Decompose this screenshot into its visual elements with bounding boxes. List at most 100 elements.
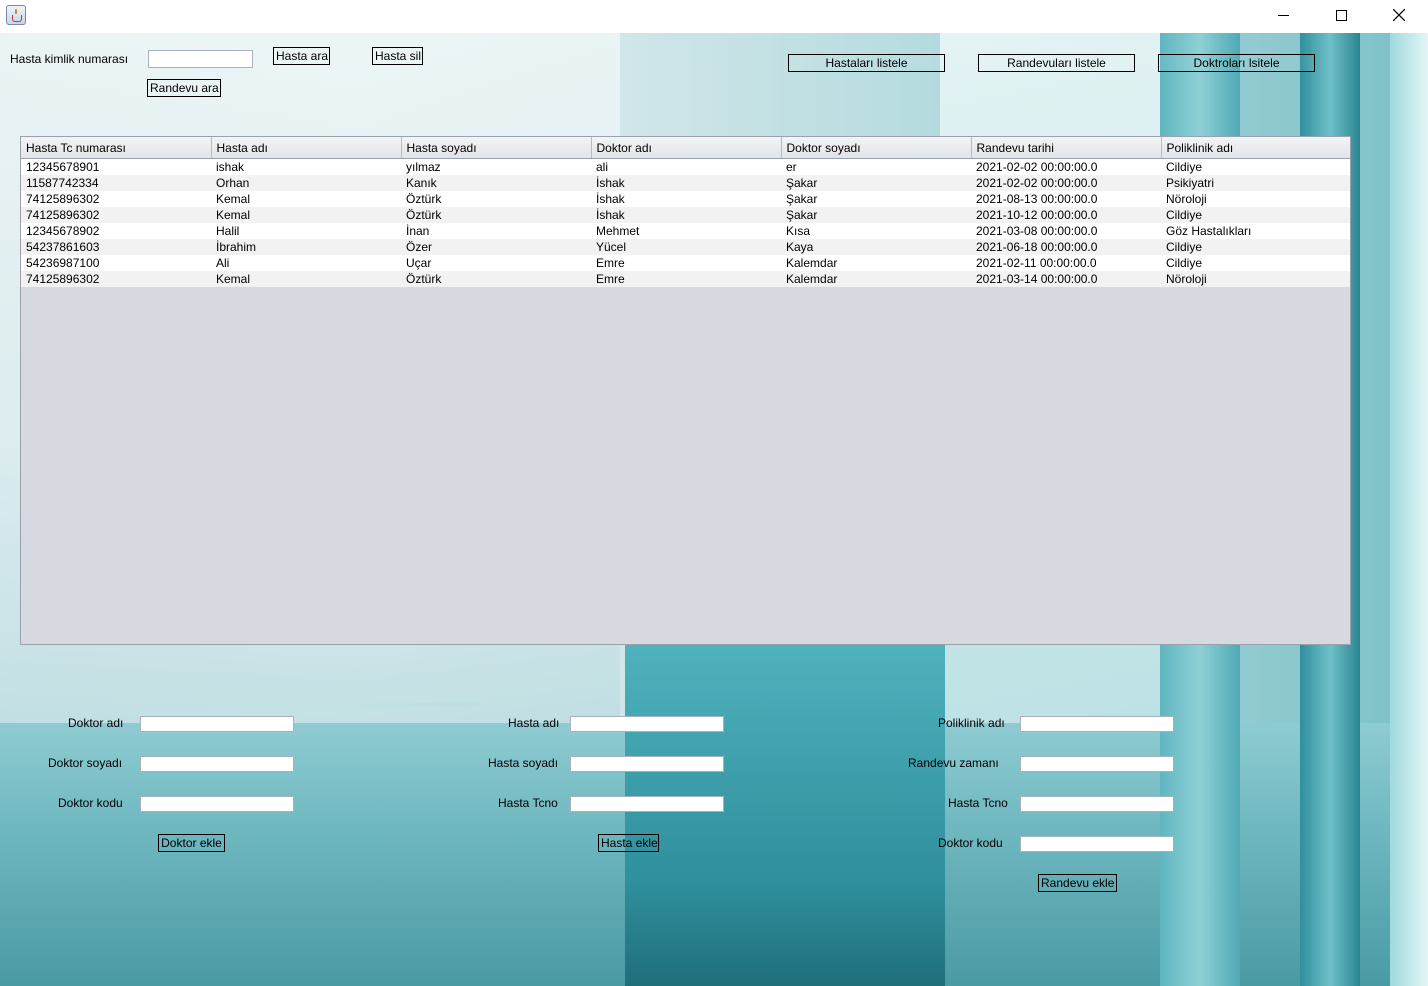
table-row[interactable]: 54237861603 İbrahim Özer Yücel Kaya 2021-06-1… (21, 239, 1350, 255)
table-cell[interactable]: Öztürk (401, 207, 591, 223)
clinic-name-field[interactable] (1020, 716, 1174, 732)
patient-tcno-field[interactable] (570, 796, 724, 812)
table-cell[interactable]: Şakar (781, 207, 971, 223)
table-cell[interactable]: Nöroloji (1161, 191, 1350, 207)
table-cell[interactable]: 11587742334 (21, 175, 211, 191)
table-cell[interactable]: 2021-08-13 00:00:00.0 (971, 191, 1161, 207)
maximize-icon (1335, 9, 1347, 21)
table-row[interactable]: 74125896302 Kemal Öztürk İshak Şakar 2021-10-… (21, 207, 1350, 223)
doctor-surname-label: Doktor soyadı (48, 756, 123, 770)
table-cell[interactable]: Cildiye (1161, 207, 1350, 223)
table-cell[interactable]: 12345678902 (21, 223, 211, 239)
table-cell[interactable]: 2021-10-12 00:00:00.0 (971, 207, 1161, 223)
table-cell[interactable]: Cildiye (1161, 255, 1350, 271)
add-doctor-button[interactable]: Doktor ekle (158, 834, 225, 852)
column-header-patient-surname[interactable]: Hasta soyadı (401, 137, 592, 159)
column-header-doctor-surname[interactable]: Doktor soyadı (781, 137, 972, 159)
table-cell[interactable]: Öztürk (401, 271, 591, 287)
list-patients-button[interactable]: Hastaları listele (788, 54, 945, 72)
list-doctors-button[interactable]: Doktroları lsitele (1158, 54, 1315, 72)
close-button[interactable] (1370, 0, 1428, 30)
table-cell[interactable]: Nöroloji (1161, 271, 1350, 287)
table-row[interactable]: 54236987100 Ali Uçar Emre Kalemdar 2021-02-11… (21, 255, 1350, 271)
table-cell[interactable]: Mehmet (591, 223, 781, 239)
patient-id-input[interactable] (148, 50, 253, 68)
table-cell[interactable]: Kalemdar (781, 255, 971, 271)
table-cell[interactable]: 54237861603 (21, 239, 211, 255)
search-patient-button[interactable]: Hasta ara (273, 47, 330, 65)
table-cell[interactable]: 2021-02-02 00:00:00.0 (971, 175, 1161, 191)
table-cell[interactable]: Kısa (781, 223, 971, 239)
minimize-icon (1277, 14, 1289, 16)
doctor-code-field[interactable] (140, 796, 294, 812)
patient-tcno-label: Hasta Tcno (498, 796, 558, 810)
table-cell[interactable]: İshak (591, 191, 781, 207)
table-cell[interactable]: ali (591, 158, 781, 175)
table-row[interactable]: 74125896302 Kemal Öztürk Emre Kalemdar 2021-0… (21, 271, 1350, 287)
list-appointments-button[interactable]: Randevuları listele (978, 54, 1135, 72)
table-cell[interactable]: Psikiyatri (1161, 175, 1350, 191)
patient-name-field[interactable] (570, 716, 724, 732)
table-cell[interactable]: er (781, 158, 971, 175)
maximize-button[interactable] (1312, 0, 1370, 30)
table-cell[interactable]: Öztürk (401, 191, 591, 207)
table-cell[interactable]: 74125896302 (21, 207, 211, 223)
table-cell[interactable]: Halil (211, 223, 401, 239)
doctor-name-field[interactable] (140, 716, 294, 732)
table-cell[interactable]: yılmaz (401, 158, 591, 175)
table-row[interactable]: 12345678901 ishak yılmaz ali er 2021-02-02 00… (21, 158, 1350, 175)
appointment-doctor-code-field[interactable] (1020, 836, 1174, 852)
table-cell[interactable]: 2021-02-02 00:00:00.0 (971, 158, 1161, 175)
patient-surname-field[interactable] (570, 756, 724, 772)
table-cell[interactable]: Şakar (781, 175, 971, 191)
doctor-code-label: Doktor kodu (58, 796, 123, 810)
table-cell[interactable]: 2021-03-08 00:00:00.0 (971, 223, 1161, 239)
minimize-button[interactable] (1254, 0, 1312, 30)
table-cell[interactable]: 2021-03-14 00:00:00.0 (971, 271, 1161, 287)
table-cell[interactable]: Cildiye (1161, 158, 1350, 175)
table-cell[interactable]: Emre (591, 255, 781, 271)
column-header-clinic[interactable]: Poliklinik adı (1161, 137, 1350, 159)
add-patient-button[interactable]: Hasta ekle (598, 834, 659, 852)
table-cell[interactable]: ishak (211, 158, 401, 175)
appointment-time-field[interactable] (1020, 756, 1174, 772)
table-cell[interactable]: 74125896302 (21, 271, 211, 287)
column-header-appointment-date[interactable]: Randevu tarihi (971, 137, 1162, 159)
table-cell[interactable]: 54236987100 (21, 255, 211, 271)
column-header-tc[interactable]: Hasta Tc numarası (21, 137, 212, 159)
table-cell[interactable]: 74125896302 (21, 191, 211, 207)
table-cell[interactable]: 2021-06-18 00:00:00.0 (971, 239, 1161, 255)
table-cell[interactable]: İnan (401, 223, 591, 239)
column-header-doctor-name[interactable]: Doktor adı (591, 137, 782, 159)
table-cell[interactable]: Kalemdar (781, 271, 971, 287)
doctor-surname-field[interactable] (140, 756, 294, 772)
add-appointment-button[interactable]: Randevu ekle (1038, 874, 1117, 892)
table-cell[interactable]: Kanık (401, 175, 591, 191)
search-appointment-button[interactable]: Randevu ara (147, 79, 221, 97)
table-cell[interactable]: Göz Hastalıkları (1161, 223, 1350, 239)
table-cell[interactable]: Şakar (781, 191, 971, 207)
table-cell[interactable]: Yücel (591, 239, 781, 255)
table-cell[interactable]: Kemal (211, 207, 401, 223)
table-cell[interactable]: Kemal (211, 191, 401, 207)
table-cell[interactable]: İbrahim (211, 239, 401, 255)
table-cell[interactable]: Kaya (781, 239, 971, 255)
table-cell[interactable]: Cildiye (1161, 239, 1350, 255)
table-cell[interactable]: Orhan (211, 175, 401, 191)
table-row[interactable]: 11587742334 Orhan Kanık İshak Şakar 2021-02-0… (21, 175, 1350, 191)
table-cell[interactable]: İshak (591, 175, 781, 191)
table-cell[interactable]: İshak (591, 207, 781, 223)
table-row[interactable]: 74125896302 Kemal Öztürk İshak Şakar 2021-08-… (21, 191, 1350, 207)
table-cell[interactable]: Ali (211, 255, 401, 271)
table-row[interactable]: 12345678902 Halil İnan Mehmet Kısa 2021-03-08… (21, 223, 1350, 239)
appointment-tcno-field[interactable] (1020, 796, 1174, 812)
appointments-table[interactable]: Hasta Tc numarası Hasta adı Hasta soyadı… (20, 136, 1351, 645)
table-cell[interactable]: 2021-02-11 00:00:00.0 (971, 255, 1161, 271)
column-header-patient-name[interactable]: Hasta adı (211, 137, 402, 159)
table-cell[interactable]: Kemal (211, 271, 401, 287)
table-cell[interactable]: Uçar (401, 255, 591, 271)
table-cell[interactable]: 12345678901 (21, 158, 211, 175)
delete-patient-button[interactable]: Hasta sil (372, 47, 423, 65)
table-cell[interactable]: Emre (591, 271, 781, 287)
table-cell[interactable]: Özer (401, 239, 591, 255)
